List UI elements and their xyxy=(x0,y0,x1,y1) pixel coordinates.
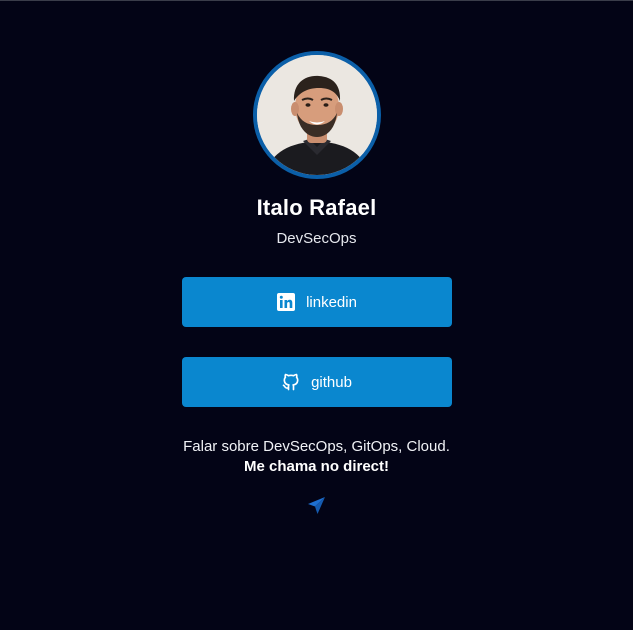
send-icon[interactable] xyxy=(305,493,329,517)
profile-photo xyxy=(256,55,377,175)
github-icon xyxy=(281,372,301,392)
profile-role: DevSecOps xyxy=(276,230,357,247)
linkedin-label: linkedin xyxy=(306,293,357,311)
linkedin-icon xyxy=(276,292,296,312)
linkedin-button[interactable]: linkedin xyxy=(181,277,452,327)
direct-cta: Me chama no direct! xyxy=(243,458,390,475)
about-section: Falar sobre DevSecOps, GitOps, Cloud. Me… xyxy=(183,437,450,477)
avatar xyxy=(252,51,381,179)
github-label: github xyxy=(311,373,352,391)
profile-card: Italo Rafael DevSecOps linkedin github F… xyxy=(0,0,633,517)
about-text: Falar sobre DevSecOps, GitOps, Cloud. xyxy=(183,438,450,455)
github-button[interactable]: github xyxy=(181,357,452,407)
profile-name: Italo Rafael xyxy=(256,195,377,220)
